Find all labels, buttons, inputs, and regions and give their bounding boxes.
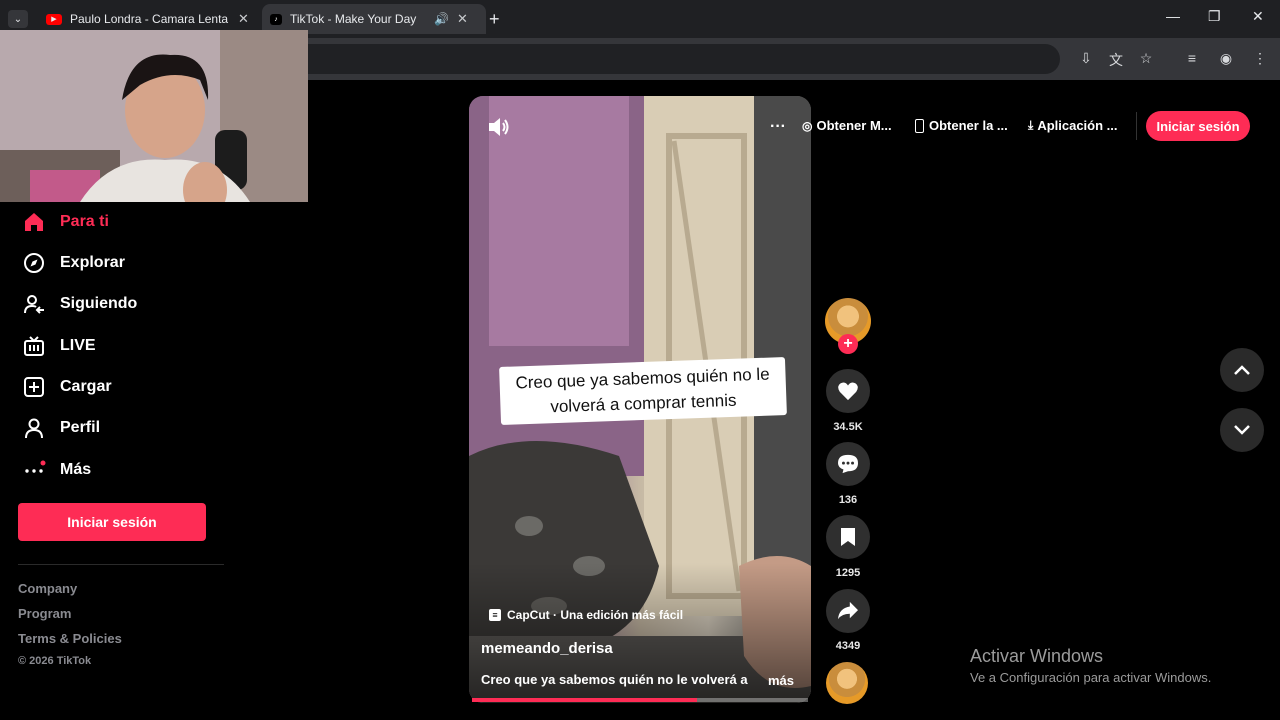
volume-icon[interactable] [487,116,511,138]
capcut-icon: ≡ [489,609,501,621]
capcut-tag[interactable]: ≡ CapCut · Una edición más fácil [489,608,683,622]
sidebar-item-perfil[interactable]: Perfil [20,413,100,443]
sidebar-item-label: LIVE [60,337,96,354]
upload-icon [20,375,48,399]
video-more-options-icon[interactable]: ··· [770,118,786,136]
like-count: 34.5K [833,421,863,433]
footer-terms-link[interactable]: Terms & Policies [18,631,122,646]
sidebar-divider [18,564,224,565]
profile-icon[interactable]: ◉ [1216,50,1236,68]
browser-menu-icon[interactable]: ⋮ [1250,50,1270,68]
comment-count: 136 [838,494,858,506]
phone-icon [915,118,924,133]
live-icon [20,334,48,358]
new-tab-button[interactable]: + [489,9,500,30]
download-app-link[interactable]: ⤓ Aplicación ... [1028,118,1118,133]
heart-icon [838,382,858,401]
sidebar-item-live[interactable]: LIVE [20,331,96,361]
like-button[interactable] [826,369,870,413]
share-count: 4349 [835,640,861,652]
more-icon [20,458,48,482]
footer-program-link[interactable]: Program [18,606,71,621]
previous-video-button[interactable] [1220,348,1264,392]
download-icon: ⤓ [1028,118,1034,132]
tab-title: Paulo Londra - Camara Lenta (C [70,12,230,26]
video-progress-fill [472,698,698,702]
share-icon [838,601,858,620]
tiktok-icon: ♪ [270,13,282,25]
save-count: 1295 [835,567,861,579]
save-button[interactable] [826,515,870,559]
video-description: Creo que ya sabemos quién no le volverá … [481,672,748,687]
header-divider [1136,112,1137,140]
webcam-person-image [0,30,308,202]
sidebar-login-button[interactable]: Iniciar sesión [18,503,206,541]
close-window-button[interactable]: ✕ [1252,8,1264,25]
media-control-icon[interactable]: ≡ [1182,50,1202,68]
activate-windows-subtitle: Ve a Configuración para activar Windows. [970,670,1212,685]
bookmark-icon [841,528,855,546]
install-app-icon[interactable]: ⇩ [1076,50,1096,68]
get-app-label: Obtener la ... [929,118,1008,133]
footer-copyright: © 2026 TikTok [18,655,92,667]
restore-button[interactable]: ❐ [1208,8,1221,25]
sidebar-item-explorar[interactable]: Explorar [20,248,125,278]
share-button[interactable] [826,589,870,633]
description-more-link[interactable]: más [768,673,794,688]
sidebar-item-label: Más [60,461,92,478]
compass-icon [20,251,48,275]
sidebar-item-label: Perfil [60,419,101,436]
footer-company-link[interactable]: Company [18,581,77,596]
audio-playing-icon[interactable]: 🔊 [434,12,449,26]
youtube-icon: ▶ [46,13,62,25]
translate-icon[interactable]: 文 [1106,50,1126,68]
tab-title: TikTok - Make Your Day [290,12,417,26]
compass-small-icon: ◎ [802,118,813,133]
bookmark-star-icon[interactable]: ☆ [1136,50,1156,68]
minimize-button[interactable]: — [1166,8,1180,24]
chevron-down-icon [1234,425,1250,435]
music-disc-avatar[interactable] [826,662,868,704]
next-video-button[interactable] [1220,408,1264,452]
sidebar-item-label: Explorar [60,254,125,271]
profile-icon [20,416,48,440]
following-icon [20,292,48,316]
video-username[interactable]: memeando_derisa [481,640,613,657]
sidebar-item-siguiendo[interactable]: Siguiendo [20,289,137,319]
tab-search-chevron-icon[interactable]: ⌄ [8,10,28,28]
get-coins-label: Obtener M... [816,118,892,133]
video-caption-overlay: Creo que ya sabemos quién no le volverá … [499,357,787,425]
sidebar-item-para-ti[interactable]: Para ti [20,207,109,237]
sidebar-item-cargar[interactable]: Cargar [20,372,112,402]
sidebar-item-label: Cargar [60,378,112,395]
video-progress-track[interactable] [472,698,808,702]
tab-close-icon[interactable]: ✕ [238,11,249,27]
get-coins-link[interactable]: ◎ Obtener M... [802,118,892,133]
comment-icon [838,454,858,474]
tab-close-icon[interactable]: ✕ [457,11,468,27]
home-icon [20,210,48,234]
get-app-link[interactable]: Obtener la ... [915,118,1008,133]
webcam-overlay [0,30,308,202]
chevron-up-icon [1234,365,1250,375]
header-login-button[interactable]: Iniciar sesión [1146,111,1250,141]
comment-button[interactable] [826,442,870,486]
sidebar-item-mas[interactable]: Más [20,455,91,485]
download-app-label: Aplicación ... [1037,118,1118,133]
capcut-label: CapCut · Una edición más fácil [507,608,684,622]
sidebar-item-label: Para ti [60,213,109,230]
sidebar-item-label: Siguiendo [60,295,138,312]
activate-windows-title: Activar Windows [970,646,1104,666]
follow-plus-icon[interactable]: + [838,334,858,354]
